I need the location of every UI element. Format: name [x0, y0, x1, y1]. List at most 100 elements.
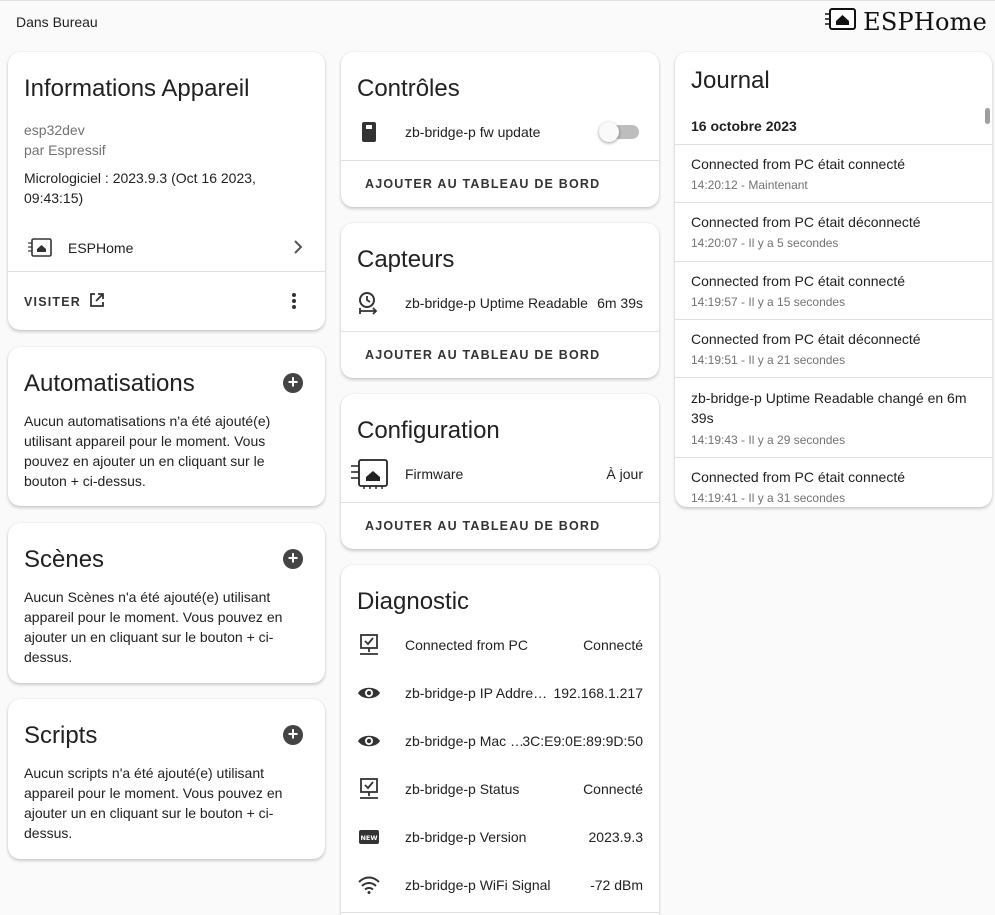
card-title: Scripts: [24, 722, 98, 749]
device-manufacturer: par Espressif: [24, 142, 106, 158]
log-message: Connected from PC était déconnecté: [691, 331, 921, 347]
integration-name: ESPHome: [68, 240, 134, 256]
journal-date: 16 octobre 2023: [691, 118, 797, 134]
log-time: 14:20:07 - Il y a 5 secondes: [691, 236, 839, 250]
divider: [341, 160, 659, 161]
sensors-card: Capteurs zb-bridge-p Uptime Readable 6m …: [341, 223, 659, 378]
controls-card: Contrôles zb-bridge-p fw update AJOUTER …: [341, 52, 659, 207]
add-scene-button[interactable]: +: [283, 549, 303, 569]
entity-row[interactable]: zb-bridge-p Status Connecté: [341, 777, 659, 801]
scenes-card: Scènes + Aucun Scènes n'a été ajouté(e) …: [8, 523, 325, 683]
entity-row[interactable]: Firmware À jour: [341, 459, 659, 489]
entity-value: 2023.9.3: [588, 829, 644, 845]
entity-name: zb-bridge-p Uptime Readable: [405, 295, 588, 311]
log-entry[interactable]: Connected from PC était connecté 14:20:1…: [675, 144, 992, 202]
empty-message: Aucun scripts n'a été ajouté(e) utilisan…: [24, 765, 283, 841]
esphome-integration-icon: [27, 237, 53, 264]
add-to-dashboard-button[interactable]: AJOUTER AU TABLEAU DE BORD: [365, 177, 600, 191]
add-to-dashboard-button[interactable]: AJOUTER AU TABLEAU DE BORD: [365, 519, 600, 533]
chevron-right-icon: [293, 239, 303, 260]
log-time: 14:19:51 - Il y a 21 secondes: [691, 353, 846, 367]
journal-card: Journal 16 octobre 2023 Connected from P…: [675, 52, 992, 507]
divider: [341, 502, 659, 503]
device-info-card: Informations Appareil esp32dev par Espre…: [8, 52, 325, 330]
card-title: Configuration: [357, 417, 500, 444]
top-bar: Dans Bureau ESPHome: [0, 0, 995, 42]
log-message: zb-bridge-p Uptime Readable changé en 6m…: [691, 390, 967, 426]
log-message: Connected from PC était déconnecté: [691, 214, 921, 230]
entity-name: zb-bridge-p Status: [405, 781, 520, 797]
journal-scrollbar[interactable]: [985, 108, 990, 124]
monitor-check-icon: [357, 633, 381, 657]
card-title: Journal: [691, 67, 770, 94]
entity-value: À jour: [606, 466, 643, 482]
area-name[interactable]: Dans Bureau: [16, 14, 98, 30]
entity-name: zb-bridge-p IP Addre…: [405, 685, 548, 701]
entity-row[interactable]: zb-bridge-p Uptime Readable 6m 39s: [341, 291, 659, 315]
entity-value: Connecté: [583, 637, 643, 653]
scripts-card: Scripts + Aucun scripts n'a été ajouté(e…: [8, 699, 325, 859]
brand-name: ESPHome: [863, 7, 987, 36]
entity-row[interactable]: zb-bridge-p IP Addre… 192.168.1.217: [341, 681, 659, 705]
entity-name: zb-bridge-p Mac …: [405, 733, 525, 749]
log-entry[interactable]: Connected from PC était connecté 14:19:5…: [675, 261, 992, 319]
log-entry[interactable]: Connected from PC était déconnecté 14:19…: [675, 319, 992, 377]
card-title: Scènes: [24, 546, 105, 573]
add-automation-button[interactable]: +: [283, 373, 303, 393]
divider: [341, 912, 659, 913]
entity-value: 6m 39s: [597, 295, 643, 311]
brand-logo: ESPHome: [825, 7, 987, 36]
svg-text:NEW: NEW: [360, 834, 377, 842]
entity-name: zb-bridge-p WiFi Signal: [405, 877, 551, 893]
entity-row[interactable]: zb-bridge-p fw update: [341, 120, 659, 144]
firmware-version: Micrologiciel : 2023.9.3 (Oct 16 2023, 0…: [24, 170, 256, 206]
entity-name: zb-bridge-p Version: [405, 829, 527, 845]
esphome-chip-icon: [349, 458, 389, 490]
entity-name: Connected from PC: [405, 637, 528, 653]
eye-icon: [357, 681, 381, 705]
eye-icon: [357, 729, 381, 753]
divider: [8, 271, 325, 272]
add-to-dashboard-button[interactable]: AJOUTER AU TABLEAU DE BORD: [365, 348, 600, 362]
fw-update-toggle[interactable]: [599, 122, 639, 142]
card-title: Automatisations: [24, 370, 195, 397]
card-title: Informations Appareil: [24, 75, 250, 102]
card-title: Capteurs: [357, 246, 455, 273]
entity-value: 192.168.1.217: [553, 685, 643, 701]
log-time: 14:20:12 - Maintenant: [691, 178, 808, 192]
add-script-button[interactable]: +: [283, 725, 303, 745]
visit-button[interactable]: VISITER: [24, 290, 105, 314]
log-entry[interactable]: Connected from PC était connecté 14:19:4…: [675, 457, 992, 507]
card-title: Contrôles: [357, 75, 460, 102]
timer-icon: [357, 291, 381, 315]
monitor-check-icon: [357, 777, 381, 801]
automations-card: Automatisations + Aucun automatisations …: [8, 347, 325, 506]
divider: [341, 331, 659, 332]
log-time: 14:19:57 - Il y a 15 secondes: [691, 295, 846, 309]
new-box-icon: NEW: [357, 825, 381, 849]
entity-row[interactable]: NEW zb-bridge-p Version 2023.9.3: [341, 825, 659, 849]
entity-row[interactable]: Connected from PC Connecté: [341, 633, 659, 657]
log-entry[interactable]: Connected from PC était déconnecté 14:20…: [675, 202, 992, 261]
memory-card-icon: [357, 120, 381, 144]
entity-value: Connecté: [583, 781, 643, 797]
entity-row[interactable]: zb-bridge-p Mac … 3C:E9:0E:89:9D:50: [341, 729, 659, 753]
configuration-card: Configuration Firmware À jour AJOUTER AU…: [341, 394, 659, 549]
log-time: 14:19:43 - Il y a 29 secondes: [691, 433, 846, 447]
entity-value: 3C:E9:0E:89:9D:50: [522, 733, 643, 749]
more-vert-icon[interactable]: [291, 292, 297, 315]
wifi-icon: [357, 873, 381, 897]
open-in-new-icon: [89, 292, 105, 313]
log-message: Connected from PC était connecté: [691, 156, 906, 172]
log-time: 14:19:41 - Il y a 31 secondes: [691, 491, 846, 505]
esphome-logo-icon: [825, 7, 857, 36]
log-message: Connected from PC était connecté: [691, 469, 906, 485]
entity-name: Firmware: [405, 466, 464, 482]
integration-link[interactable]: ESPHome: [8, 232, 325, 264]
visit-label: VISITER: [24, 295, 82, 309]
entity-name: zb-bridge-p fw update: [405, 124, 541, 140]
entity-value: -72 dBm: [590, 877, 643, 893]
entity-row[interactable]: zb-bridge-p WiFi Signal -72 dBm: [341, 873, 659, 897]
log-entry[interactable]: zb-bridge-p Uptime Readable changé en 6m…: [675, 377, 992, 457]
empty-message: Aucun Scènes n'a été ajouté(e) utilisant…: [24, 589, 283, 665]
